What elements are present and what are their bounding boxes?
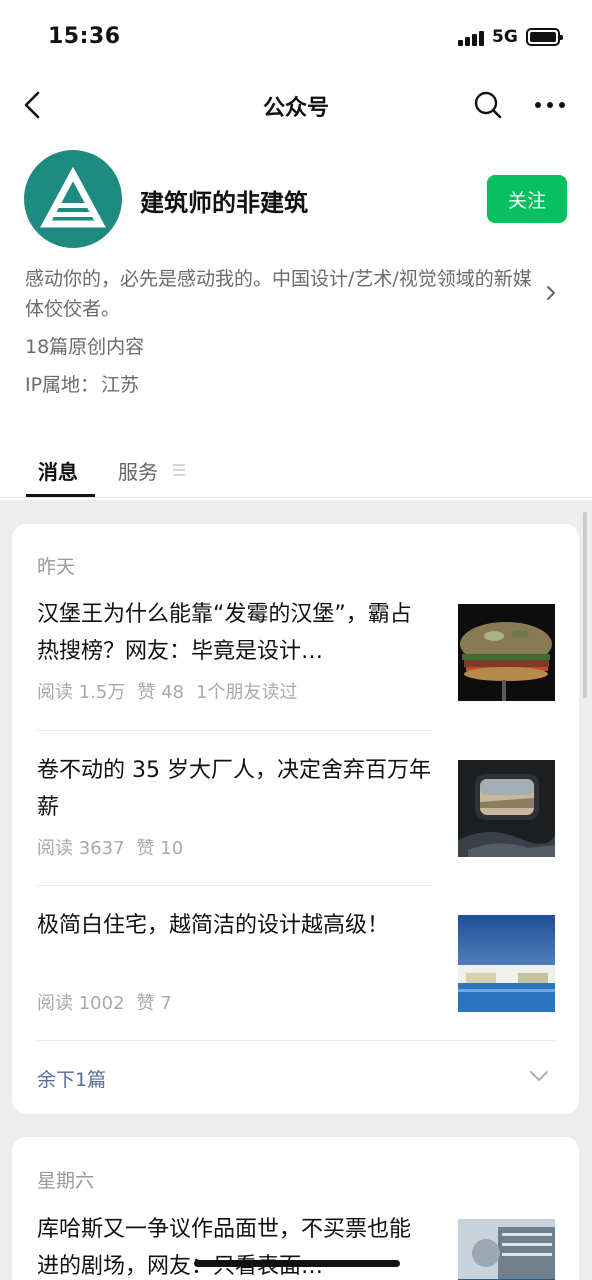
remaining-articles-link[interactable]: 余下1篇 <box>37 1065 106 1092</box>
article-meta: 阅读 3637 赞 10 <box>37 834 195 860</box>
read-count: 阅读 1.5万 <box>37 682 126 703</box>
article-item[interactable]: 极简白住宅，越简洁的设计越高级！ 阅读 1002 赞 7 <box>12 905 579 1039</box>
message-group-card: 星期六 库哈斯又一争议作品面世，不买票也能进的剧场，网友：只看表面… <box>12 1137 579 1280</box>
search-button[interactable] <box>472 89 504 121</box>
house-image <box>458 915 555 1012</box>
status-time: 15:36 <box>48 24 121 49</box>
battery-icon <box>526 28 563 46</box>
message-group-card: 昨天 汉堡王为什么能靠“发霉的汉堡”，霸占热搜榜？网友：毕竟是设计… 阅读 1.… <box>12 524 579 1114</box>
scrollbar[interactable] <box>583 512 587 698</box>
read-count: 阅读 1002 <box>37 993 125 1014</box>
avatar[interactable] <box>24 150 122 248</box>
theater-image <box>458 1219 555 1280</box>
ip-label: IP属地： <box>25 374 100 396</box>
ip-location: IP属地： 江苏 <box>25 370 139 397</box>
read-count: 阅读 3637 <box>37 838 125 859</box>
article-thumbnail <box>458 915 555 1012</box>
tab-services[interactable]: 服务 <box>118 456 158 485</box>
article-title: 汉堡王为什么能靠“发霉的汉堡”，霸占热搜榜？网友：毕竟是设计… <box>37 602 412 664</box>
article-meta: 阅读 1002 赞 7 <box>37 989 184 1015</box>
article-thumbnail <box>458 760 555 857</box>
follow-button[interactable]: 关注 <box>487 175 567 223</box>
account-name: 建筑师的非建筑 <box>140 189 308 217</box>
tabs-divider <box>0 497 592 498</box>
home-indicator[interactable] <box>194 1260 400 1267</box>
logo-icon <box>40 166 106 228</box>
tab-messages[interactable]: 消息 <box>38 456 78 485</box>
article-item[interactable]: 汉堡王为什么能靠“发霉的汉堡”，霸占热搜榜？网友：毕竟是设计… 阅读 1.5万赞… <box>12 594 579 728</box>
article-item[interactable]: 卷不动的 35 岁大厂人，决定舍弃百万年薪 阅读 3637 赞 10 <box>12 750 579 884</box>
article-title: 库哈斯又一争议作品面世，不买票也能进的剧场，网友：只看表面… <box>37 1217 412 1279</box>
description-arrow[interactable] <box>544 284 558 302</box>
like-count: 赞 7 <box>136 993 172 1014</box>
group-date: 星期六 <box>37 1170 95 1192</box>
burger-image <box>458 604 555 701</box>
article-thumbnail <box>458 604 555 701</box>
window-view-image <box>458 760 555 857</box>
signal-icon <box>458 30 486 46</box>
chevron-right-icon <box>547 286 555 300</box>
account-description[interactable]: 感动你的，必先是感动我的。中国设计/艺术/视觉领域的新媒体佼佼者。 <box>25 264 535 324</box>
article-item[interactable]: 库哈斯又一争议作品面世，不买票也能进的剧场，网友：只看表面… <box>12 1209 579 1280</box>
network-label: 5G <box>492 27 518 47</box>
original-count: 18篇原创内容 <box>25 336 145 358</box>
like-count: 赞 10 <box>136 838 184 859</box>
like-count: 赞 48 <box>137 682 184 703</box>
menu-lines-icon <box>173 464 185 476</box>
ip-value: 江苏 <box>101 374 140 396</box>
article-meta: 阅读 1.5万赞 48 1个朋友读过 <box>37 678 309 704</box>
divider <box>37 730 433 731</box>
article-title: 卷不动的 35 岁大厂人，决定舍弃百万年薪 <box>37 758 431 820</box>
friends-read: 1个朋友读过 <box>196 682 298 703</box>
search-icon <box>474 91 502 119</box>
more-icon <box>535 102 565 108</box>
header-area <box>0 0 592 500</box>
chevron-down-icon[interactable] <box>528 1069 550 1083</box>
article-title: 极简白住宅，越简洁的设计越高级！ <box>37 913 390 938</box>
divider <box>37 1040 555 1041</box>
more-button[interactable] <box>532 96 568 114</box>
group-date: 昨天 <box>37 556 76 578</box>
article-thumbnail <box>458 1219 555 1280</box>
divider <box>37 885 433 886</box>
